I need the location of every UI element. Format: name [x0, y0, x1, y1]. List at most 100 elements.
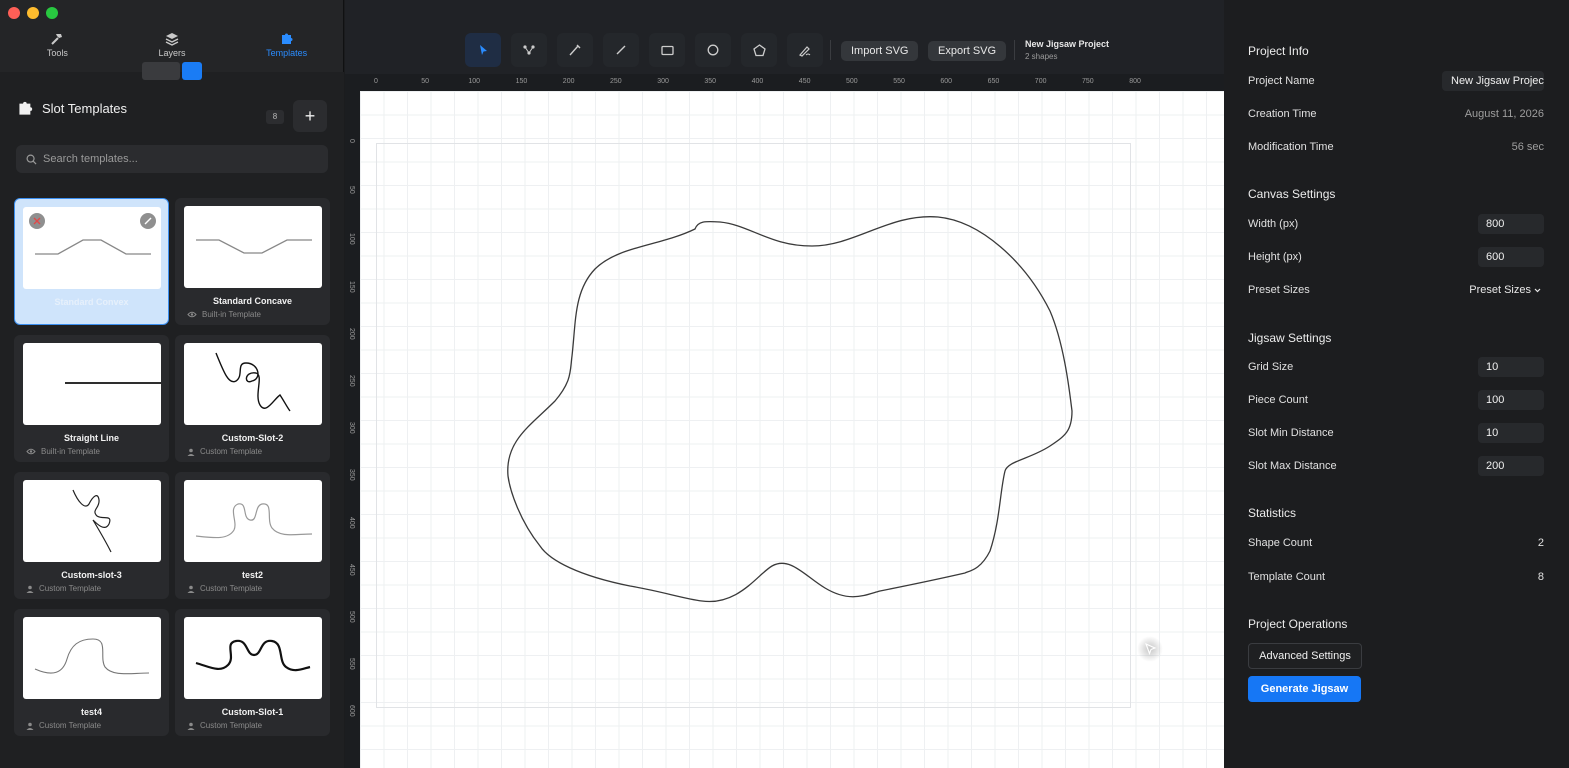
slot-templates-header: Slot Templates — [17, 100, 127, 117]
template-type-label: Custom Template — [200, 584, 263, 593]
slot-min-distance-label: Slot Min Distance — [1248, 427, 1334, 439]
template-card-custom-slot-1[interactable]: Custom-Slot-1 Custom Template — [175, 609, 330, 736]
minimize-window-button[interactable] — [27, 7, 39, 19]
puzzle-icon — [281, 33, 293, 44]
preset-sizes-dropdown[interactable]: Preset Sizes — [1469, 284, 1541, 296]
polygon-tool[interactable] — [741, 33, 777, 67]
edit-template-button[interactable] — [140, 213, 156, 229]
ruler-tick-label: 400 — [348, 516, 355, 529]
eye-icon — [26, 448, 36, 455]
list-view-toggle[interactable] — [142, 62, 180, 80]
ruler-tick-label: 550 — [348, 658, 355, 670]
generate-jigsaw-button[interactable]: Generate Jigsaw — [1248, 676, 1361, 702]
height-field[interactable]: 600 — [1478, 247, 1544, 267]
search-input[interactable] — [43, 153, 303, 165]
height-label: Height (px) — [1248, 251, 1302, 263]
ruler-tick-label: 250 — [610, 78, 622, 85]
project-shape-count: 2 shapes — [1025, 52, 1058, 61]
line-icon — [616, 45, 626, 55]
advanced-settings-button[interactable]: Advanced Settings — [1248, 643, 1362, 669]
jigsaw-outline-shape[interactable] — [507, 216, 1073, 603]
close-window-button[interactable] — [8, 7, 20, 19]
freehand-icon — [799, 45, 811, 57]
piece-count-field[interactable]: 100 — [1478, 390, 1544, 410]
cursor-indicator — [1137, 636, 1163, 662]
slot-max-distance-field[interactable]: 200 — [1478, 456, 1544, 476]
freehand-tool[interactable] — [787, 33, 823, 67]
width-field[interactable]: 800 — [1478, 214, 1544, 234]
toolbar-divider — [830, 40, 831, 60]
template-type: Custom Template — [26, 584, 161, 593]
select-tool[interactable] — [465, 33, 501, 67]
tab-templates[interactable]: Templates — [229, 26, 344, 64]
drawing-canvas[interactable] — [360, 91, 1224, 768]
user-icon — [26, 585, 34, 593]
ruler-tick-label: 750 — [1082, 78, 1094, 85]
ellipse-tool[interactable] — [695, 33, 731, 67]
template-preview — [183, 617, 322, 699]
template-name: Custom-Slot-2 — [221, 433, 284, 443]
ruler-tick-label: 450 — [798, 78, 811, 85]
template-card-custom-slot-2[interactable]: Custom-Slot-2 Custom Template — [175, 335, 330, 462]
template-card-test2[interactable]: test2 Custom Template — [175, 472, 330, 599]
node-tool[interactable] — [511, 33, 547, 67]
ruler-tick-label: 350 — [704, 78, 717, 85]
user-icon — [26, 722, 34, 730]
shape-count-value: 2 — [1537, 537, 1544, 549]
grid-view-toggle[interactable] — [182, 62, 202, 80]
template-name: Standard Concave — [212, 296, 293, 306]
import-svg-button[interactable]: Import SVG — [841, 41, 919, 61]
template-card-straight-line[interactable]: Straight Line Built-in Template — [14, 335, 169, 462]
ruler-tick-label: 650 — [987, 78, 1000, 85]
slot-min-distance-field[interactable]: 10 — [1478, 423, 1544, 443]
ruler-tick-label: 300 — [348, 422, 355, 434]
tab-layers[interactable]: Layers — [115, 26, 230, 64]
panel-nav: Tools Layers Templates — [0, 26, 344, 64]
tab-tools[interactable]: Tools — [0, 26, 115, 64]
template-count-value: 8 — [1537, 571, 1544, 583]
ruler-tick-label: 100 — [348, 233, 355, 246]
template-search[interactable] — [16, 145, 328, 173]
template-card-test4[interactable]: test4 Custom Template — [14, 609, 169, 736]
template-type: Built-in Template — [187, 310, 322, 319]
ruler-tick-label: 150 — [348, 280, 355, 293]
layers-icon — [165, 33, 179, 46]
ruler-tick-label: 600 — [940, 78, 953, 85]
cursor-icon — [480, 45, 487, 55]
rectangle-tool[interactable] — [649, 33, 685, 67]
line-tool[interactable] — [603, 33, 639, 67]
template-name: test2 — [241, 570, 263, 580]
template-card-custom-slot-3[interactable]: Custom-slot-3 Custom Template — [14, 472, 169, 599]
template-type-label: Custom Template — [39, 584, 102, 593]
view-toggle[interactable] — [142, 62, 202, 80]
project-name-field[interactable]: New Jigsaw Project — [1442, 71, 1544, 91]
ruler-tick-label: 100 — [468, 78, 481, 85]
ruler-tick-label: 550 — [893, 78, 905, 85]
canvas-settings-title: Canvas Settings — [1248, 187, 1336, 201]
pentagon-icon — [752, 43, 766, 56]
ruler-tick-label: 50 — [348, 186, 355, 194]
ruler-tick-label: 300 — [657, 78, 669, 85]
creation-time-value: August 11, 2026 — [1464, 108, 1544, 120]
add-template-button[interactable]: + — [293, 100, 327, 132]
template-type-label: Custom Template — [200, 721, 263, 730]
template-preview — [183, 480, 322, 562]
preset-sizes-value: Preset Sizes — [1469, 284, 1531, 296]
ruler-tick-label: 0 — [374, 78, 378, 85]
ruler-tick-label: 500 — [846, 78, 858, 85]
delete-template-button[interactable] — [29, 213, 45, 229]
ruler-tick-label: 700 — [1034, 78, 1047, 85]
template-name: Custom-Slot-1 — [221, 707, 284, 717]
ruler-tick-label: 50 — [421, 78, 429, 85]
template-type: Custom Template — [187, 447, 322, 456]
project-name-label: New Jigsaw Project — [1025, 39, 1110, 49]
template-type: Custom Template — [26, 721, 161, 730]
export-svg-button[interactable]: Export SVG — [928, 41, 1007, 61]
template-count-badge: 8 — [266, 110, 284, 124]
zoom-window-button[interactable] — [46, 7, 58, 19]
pen-tool[interactable] — [557, 33, 593, 67]
template-name: Straight Line — [63, 433, 119, 443]
grid-size-field[interactable]: 10 — [1478, 357, 1544, 377]
template-card-standard-convex[interactable]: Standard Convex — [14, 198, 169, 325]
template-card-standard-concave[interactable]: Standard Concave Built-in Template — [175, 198, 330, 325]
